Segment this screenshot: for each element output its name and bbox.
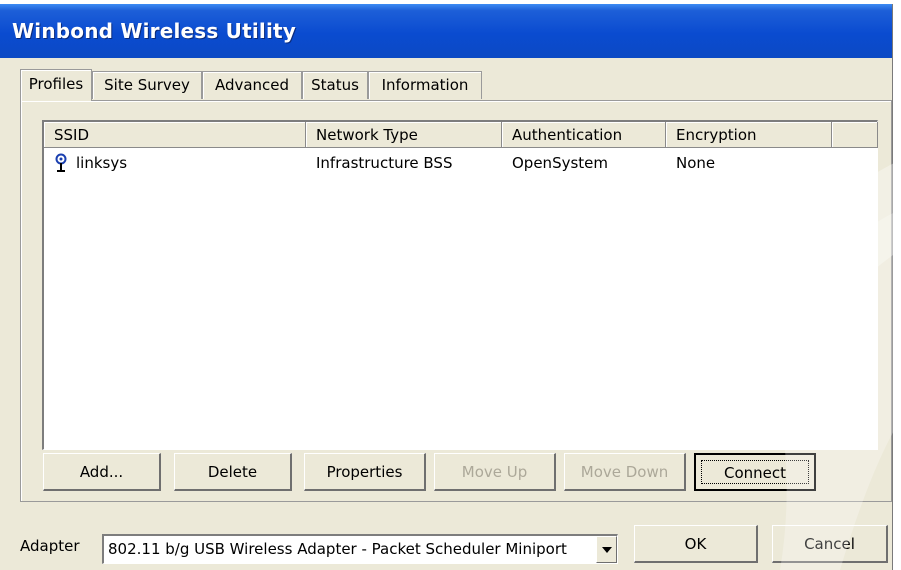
chevron-down-icon[interactable] <box>596 536 617 563</box>
list-header: SSID Network Type Authentication Encrypt… <box>44 122 878 148</box>
tab-status[interactable]: Status <box>302 71 368 99</box>
tab-information[interactable]: Information <box>368 71 482 99</box>
connect-button-label: Connect <box>701 460 809 484</box>
adapter-select[interactable]: 802.11 b/g USB Wireless Adapter - Packet… <box>102 534 618 564</box>
adapter-select-value: 802.11 b/g USB Wireless Adapter - Packet… <box>108 540 567 558</box>
title-bar[interactable]: Winbond Wireless Utility <box>0 4 892 58</box>
move-up-button[interactable]: Move Up <box>434 453 556 491</box>
cancel-button[interactable]: Cancel <box>772 525 888 563</box>
ok-button[interactable]: OK <box>634 525 758 563</box>
utility-window: Winbond Wireless Utility Profiles Site S… <box>0 4 893 570</box>
column-header-encryption[interactable]: Encryption <box>666 122 832 148</box>
column-header-ssid[interactable]: SSID <box>44 122 306 148</box>
column-header-authentication[interactable]: Authentication <box>502 122 666 148</box>
profiles-list[interactable]: SSID Network Type Authentication Encrypt… <box>42 120 878 450</box>
column-header-filler <box>832 122 878 148</box>
tab-advanced[interactable]: Advanced <box>202 71 302 99</box>
column-header-network-type[interactable]: Network Type <box>306 122 502 148</box>
tab-profiles[interactable]: Profiles <box>20 69 92 101</box>
tab-site-survey[interactable]: Site Survey <box>92 71 202 99</box>
profile-network-type: Infrastructure BSS <box>316 154 453 172</box>
profile-authentication: OpenSystem <box>512 154 608 172</box>
properties-button[interactable]: Properties <box>304 453 426 491</box>
delete-button[interactable]: Delete <box>174 453 292 491</box>
move-down-button[interactable]: Move Down <box>564 453 686 491</box>
connect-button[interactable]: Connect <box>694 453 816 491</box>
table-row[interactable]: linksys Infrastructure BSS OpenSystem No… <box>44 148 877 178</box>
add-button[interactable]: Add... <box>43 453 161 491</box>
profile-encryption: None <box>676 154 716 172</box>
adapter-label: Adapter <box>20 537 80 555</box>
window-title: Winbond Wireless Utility <box>12 19 297 43</box>
profile-ssid: linksys <box>76 154 128 172</box>
antenna-icon <box>54 148 74 178</box>
